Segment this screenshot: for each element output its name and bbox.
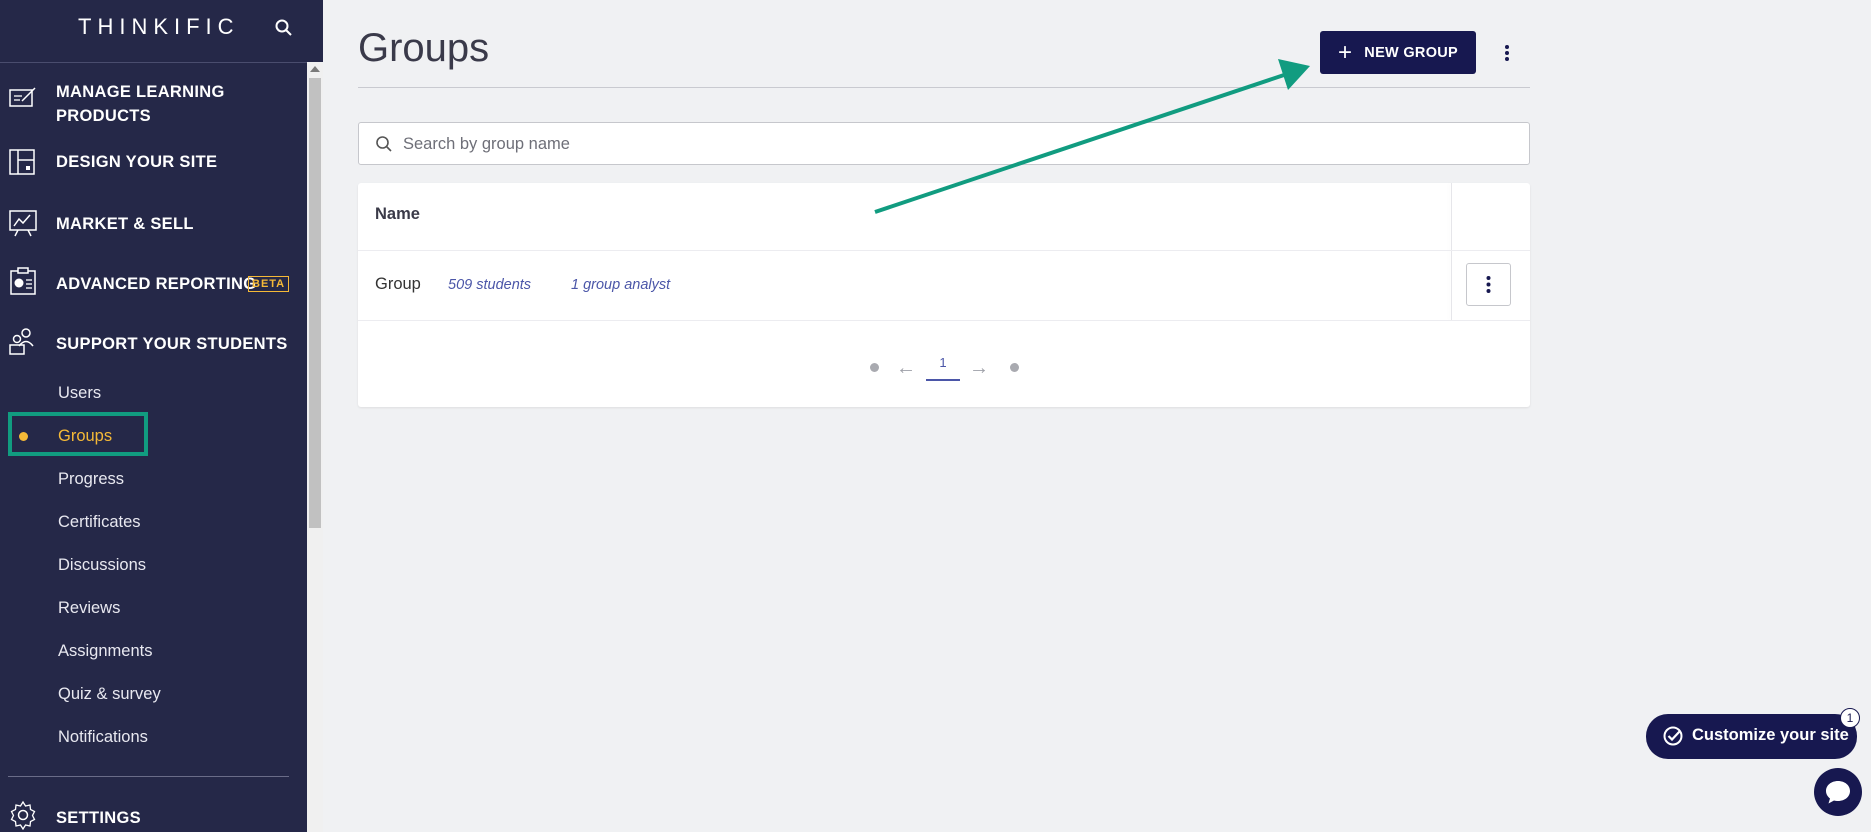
- customize-your-site-button[interactable]: Customize your site: [1646, 714, 1857, 759]
- chat-bubble-icon: [1826, 781, 1850, 804]
- annotation-arrow: [874, 59, 1310, 214]
- notification-count-badge: 1: [1840, 708, 1860, 728]
- customize-label: Customize your site: [1692, 726, 1849, 744]
- chat-button[interactable]: [1814, 768, 1862, 816]
- check-badge-icon: [1663, 726, 1683, 746]
